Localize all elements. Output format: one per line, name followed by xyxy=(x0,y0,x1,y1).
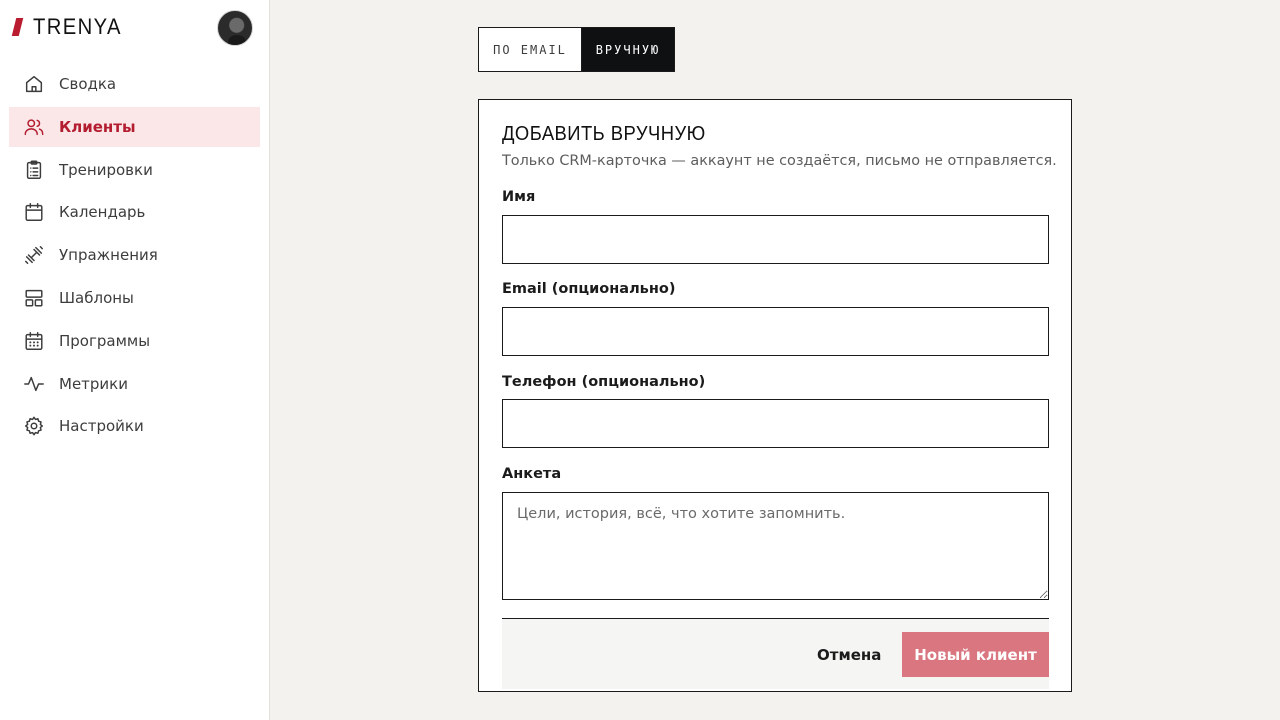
sidebar: TRENYA Сводка Клиенты Тренировки Календа… xyxy=(0,0,270,720)
gear-icon xyxy=(23,415,45,437)
brand-name: TRENYA xyxy=(33,14,122,39)
tab-manual[interactable]: ВРУЧНУЮ xyxy=(582,27,675,72)
sidebar-item-label: Тренировки xyxy=(59,160,153,179)
dumbbell-icon xyxy=(23,244,45,266)
email-label: Email (опционально) xyxy=(502,281,676,297)
sidebar-item-label: Метрики xyxy=(59,374,128,393)
layout-icon xyxy=(23,287,45,309)
clipboard-icon xyxy=(23,159,45,181)
sidebar-item-programs[interactable]: Программы xyxy=(9,321,260,361)
sidebar-item-label: Программы xyxy=(59,331,151,350)
brand-mark xyxy=(11,18,24,36)
email-field[interactable] xyxy=(502,307,1049,356)
add-client-form: ДОБАВИТЬ ВРУЧНУЮ Только CRM-карточка — а… xyxy=(478,99,1072,692)
phone-field[interactable] xyxy=(502,399,1049,448)
questionnaire-label: Анкета xyxy=(502,466,562,482)
sidebar-item-label: Упражнения xyxy=(59,246,158,265)
activity-icon xyxy=(23,373,45,395)
sidebar-item-settings[interactable]: Настройки xyxy=(9,406,260,446)
cancel-button[interactable]: Отмена xyxy=(817,646,881,664)
home-icon xyxy=(23,73,45,95)
avatar[interactable] xyxy=(217,10,253,46)
name-field[interactable] xyxy=(502,215,1049,264)
form-title: ДОБАВИТЬ ВРУЧНУЮ xyxy=(502,123,706,145)
sidebar-nav: Сводка Клиенты Тренировки Календарь Упра… xyxy=(9,64,260,449)
brand-logo[interactable]: TRENYA xyxy=(11,14,130,40)
new-client-button[interactable]: Новый клиент xyxy=(902,632,1049,677)
calendar-grid-icon xyxy=(23,330,45,352)
add-client-mode-tabs: ПО EMAIL ВРУЧНУЮ xyxy=(478,27,675,72)
sidebar-item-label: Сводка xyxy=(59,75,117,93)
sidebar-item-templates[interactable]: Шаблоны xyxy=(9,278,260,318)
sidebar-item-dashboard[interactable]: Сводка xyxy=(9,64,260,104)
sidebar-item-exercises[interactable]: Упражнения xyxy=(9,235,260,275)
sidebar-item-label: Настройки xyxy=(59,417,144,436)
sidebar-item-label: Клиенты xyxy=(59,117,136,136)
phone-label: Телефон (опционально) xyxy=(502,374,706,390)
form-subtitle: Только CRM-карточка — аккаунт не создаёт… xyxy=(502,153,1057,169)
sidebar-item-label: Шаблоны xyxy=(59,288,134,307)
calendar-icon xyxy=(23,201,45,223)
name-label: Имя xyxy=(502,189,536,205)
users-icon xyxy=(23,116,45,138)
sidebar-item-clients[interactable]: Клиенты xyxy=(9,106,260,147)
sidebar-item-calendar[interactable]: Календарь xyxy=(9,192,260,232)
sidebar-item-metrics[interactable]: Метрики xyxy=(9,364,260,404)
sidebar-item-label: Календарь xyxy=(59,203,146,222)
form-footer: Отмена Новый клиент xyxy=(502,618,1049,689)
sidebar-item-workouts[interactable]: Тренировки xyxy=(9,150,260,190)
questionnaire-textarea[interactable] xyxy=(502,492,1049,600)
tab-by-email[interactable]: ПО EMAIL xyxy=(478,27,582,72)
